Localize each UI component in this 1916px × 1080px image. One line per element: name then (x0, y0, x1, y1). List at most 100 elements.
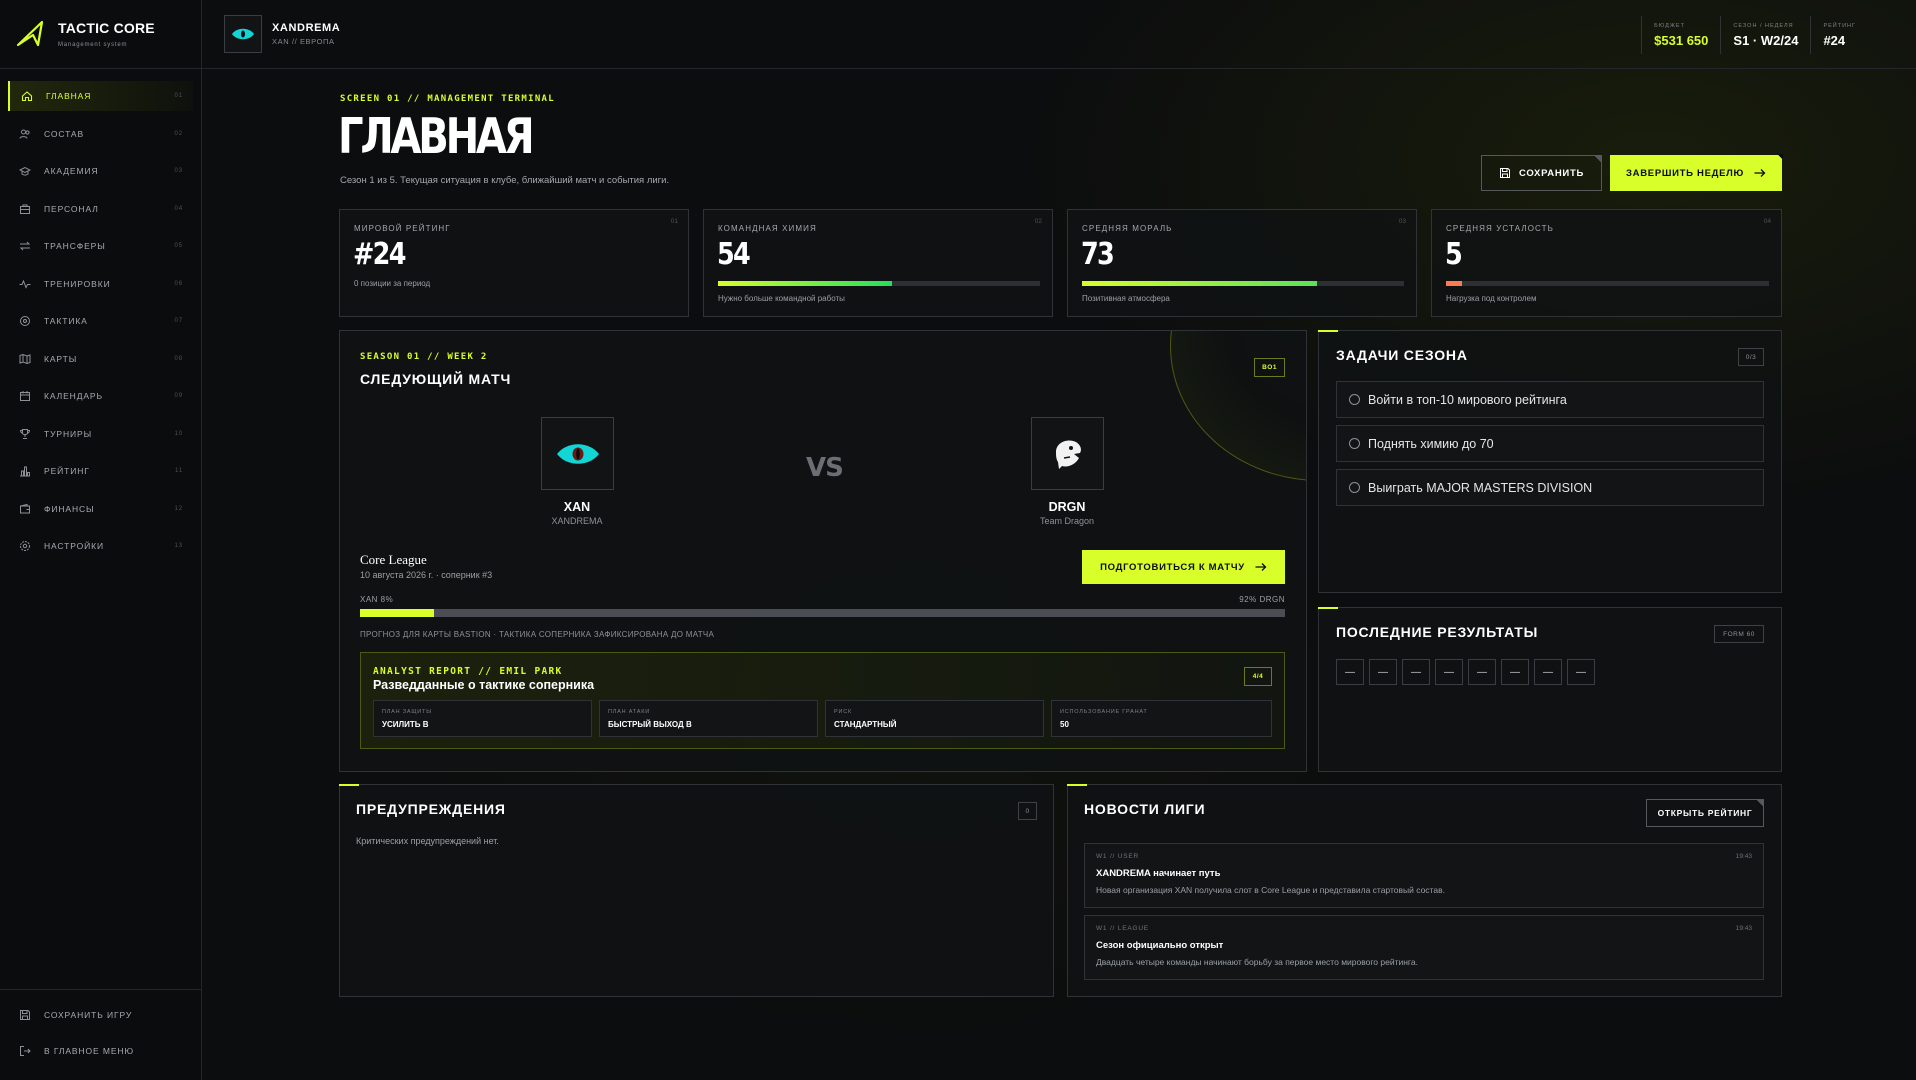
result-chip: — (1468, 659, 1496, 685)
news-item[interactable]: W1 // LEAGUE 19:43 Сезон официально откр… (1084, 915, 1764, 980)
save-button-label: СОХРАНИТЬ (1519, 167, 1584, 179)
sidebar-item-rating[interactable]: РЕЙТИНГ 11 (8, 456, 193, 486)
sidebar-item-settings[interactable]: НАСТРОЙКИ 13 (8, 531, 193, 561)
sidebar-item-index: 12 (174, 505, 183, 512)
season-task-item[interactable]: Поднять химию до 70 (1336, 425, 1764, 462)
task-label: Войти в топ-10 мирового рейтинга (1368, 392, 1567, 407)
app-root: TACTIC CORE Management system ГЛАВНАЯ 01… (0, 0, 1916, 1080)
away-team-logo[interactable] (1031, 417, 1104, 490)
header-stats: БЮДЖЕТ $531 650 СЕЗОН / НЕДЕЛЯ S1 · W2/2… (1641, 0, 1916, 69)
sidebar-item-index: 05 (174, 243, 183, 249)
page-subtitle: Сезон 1 из 5. Текущая ситуация в клубе, … (340, 175, 670, 186)
sidebar-item-index: 10 (174, 430, 183, 437)
sidebar-item-roster[interactable]: СОСТАВ 02 (8, 119, 193, 149)
budget-stat: БЮДЖЕТ $531 650 (1641, 16, 1720, 54)
map-icon (18, 352, 32, 366)
season-tasks-badge: 0/3 (1738, 348, 1764, 366)
sidebar-footer: СОХРАНИТЬ ИГРУ В ГЛАВНОЕ МЕНЮ (0, 989, 201, 1080)
sidebar-item-maps[interactable]: КАРТЫ 08 (8, 344, 193, 374)
result-chip: — (1501, 659, 1529, 685)
save-button[interactable]: СОХРАНИТЬ (1481, 155, 1602, 191)
sidebar-item-label: ПЕРСОНАЛ (44, 203, 99, 214)
warnings-empty-text: Критических предупреждений нет. (356, 836, 499, 846)
news-time: 19:43 (1735, 925, 1752, 932)
open-rating-button[interactable]: ОТКРЫТЬ РЕЙТИНГ (1646, 799, 1764, 827)
analyst-eyebrow: ANALYST REPORT // EMIL PARK (373, 666, 563, 677)
risk-field: РИСК СТАНДАРТНЫЙ (825, 700, 1044, 737)
target-icon (18, 314, 32, 328)
app-logo[interactable]: TACTIC CORE Management system (0, 0, 201, 69)
home-team-logo[interactable] (541, 417, 614, 490)
field-value: 50 (1060, 720, 1069, 729)
sidebar-item-training[interactable]: ТРЕНИРОВКИ 06 (8, 269, 193, 299)
match-title: СЛЕДУЮЩИЙ МАТЧ (360, 371, 512, 387)
save-icon (1500, 168, 1510, 178)
result-chip: — (1369, 659, 1397, 685)
arrow-right-icon (1255, 563, 1267, 571)
away-chance-label: 92% DRGN (1239, 595, 1285, 604)
season-week-value: S1 · W2/24 (1733, 32, 1799, 48)
sidebar-item-label: ТРАНСФЕРЫ (44, 241, 106, 251)
field-value: СТАНДАРТНЫЙ (834, 720, 897, 729)
wallet-icon (18, 502, 32, 516)
season-week-stat: СЕЗОН / НЕДЕЛЯ S1 · W2/24 (1720, 16, 1810, 54)
sidebar-item-index: 04 (174, 205, 183, 212)
top-header: XANDREMA XAN // ЕВРОПА БЮДЖЕТ $531 650 С… (202, 0, 1916, 69)
news-headline: Сезон официально открыт (1096, 940, 1224, 951)
sidebar-item-staff[interactable]: ПЕРСОНАЛ 04 (8, 194, 193, 224)
kpi-progress-bar (1446, 281, 1769, 286)
result-chip: — (1435, 659, 1463, 685)
news-item[interactable]: W1 // USER 19:43 XANDREMA начинает путь … (1084, 843, 1764, 908)
sidebar-item-label: СОСТАВ (44, 128, 85, 139)
sidebar-item-finances[interactable]: ФИНАНСЫ 12 (8, 494, 193, 524)
save-icon (18, 1008, 32, 1022)
sidebar: TACTIC CORE Management system ГЛАВНАЯ 01… (0, 0, 202, 1080)
season-task-item[interactable]: Выиграть MAJOR MASTERS DIVISION (1336, 469, 1764, 506)
team-name: XANDREMA (272, 22, 341, 34)
defense-plan-field: ПЛАН ЗАЩИТЫ УСИЛИТЬ B (373, 700, 592, 737)
arrow-right-icon (1754, 169, 1766, 177)
main-menu-button[interactable]: В ГЛАВНОЕ МЕНЮ (8, 1036, 193, 1066)
activity-icon (18, 277, 32, 291)
decorative-circle (1170, 331, 1306, 481)
prepare-match-button[interactable]: ПОДГОТОВИТЬСЯ К МАТЧУ (1082, 550, 1285, 584)
sidebar-item-academy[interactable]: АКАДЕМИЯ 03 (8, 156, 193, 186)
team-info: XANDREMA XAN // ЕВРОПА (272, 22, 340, 46)
save-game-button[interactable]: СОХРАНИТЬ ИГРУ (8, 1000, 193, 1030)
tactic-core-logo-icon (16, 20, 44, 47)
season-tasks-title: ЗАДАЧИ СЕЗОНА (1336, 347, 1468, 363)
home-team-tag: XAN (563, 500, 591, 514)
kpi-caption: Позитивная атмосфера (1082, 294, 1170, 303)
kpi-average-morale: СРЕДНЯЯ МОРАЛЬ 03 73 Позитивная атмосфер… (1067, 209, 1417, 317)
sidebar-item-index: 13 (174, 543, 183, 549)
match-league: Core League (360, 552, 427, 567)
home-team-name: XANDREMA (551, 516, 603, 526)
news-description: Двадцать четыре команды начинают борьбу … (1096, 957, 1418, 967)
sidebar-item-transfers[interactable]: ТРАНСФЕРЫ 05 (8, 231, 193, 261)
kpi-index: 02 (1034, 218, 1042, 225)
sidebar-item-index: 11 (174, 468, 183, 474)
kpi-progress-bar (718, 281, 1040, 286)
season-task-item[interactable]: Войти в топ-10 мирового рейтинга (1336, 381, 1764, 418)
users-icon (18, 127, 32, 141)
kpi-value: 73 (1081, 237, 1115, 272)
win-probability-fill (360, 609, 434, 617)
analyst-title: Разведданные о тактике соперника (373, 678, 595, 692)
budget-value: $531 650 (1654, 32, 1709, 48)
eye-logo-icon (556, 443, 599, 464)
kpi-label: КОМАНДНАЯ ХИМИЯ (718, 224, 817, 233)
sidebar-item-tactics[interactable]: ТАКТИКА 07 (8, 306, 193, 336)
sidebar-item-label: КАРТЫ (44, 353, 78, 364)
result-chip: — (1402, 659, 1430, 685)
page-eyebrow: SCREEN 01 // MANAGEMENT TERMINAL (340, 94, 555, 104)
open-rating-label: ОТКРЫТЬ РЕЙТИНГ (1657, 808, 1753, 818)
finish-week-label: ЗАВЕРШИТЬ НЕДЕЛЮ (1626, 167, 1744, 179)
sidebar-item-home[interactable]: ГЛАВНАЯ 01 (8, 81, 193, 111)
team-logo[interactable] (224, 15, 262, 53)
sidebar-item-calendar[interactable]: КАЛЕНДАРЬ 09 (8, 381, 193, 411)
sidebar-item-tournaments[interactable]: ТУРНИРЫ 10 (8, 419, 193, 449)
match-info: 10 августа 2026 г. · соперник #3 (360, 570, 493, 580)
field-label: ПЛАН ЗАЩИТЫ (382, 709, 432, 715)
kpi-index: 03 (1398, 218, 1406, 225)
finish-week-button[interactable]: ЗАВЕРШИТЬ НЕДЕЛЮ (1610, 154, 1783, 191)
